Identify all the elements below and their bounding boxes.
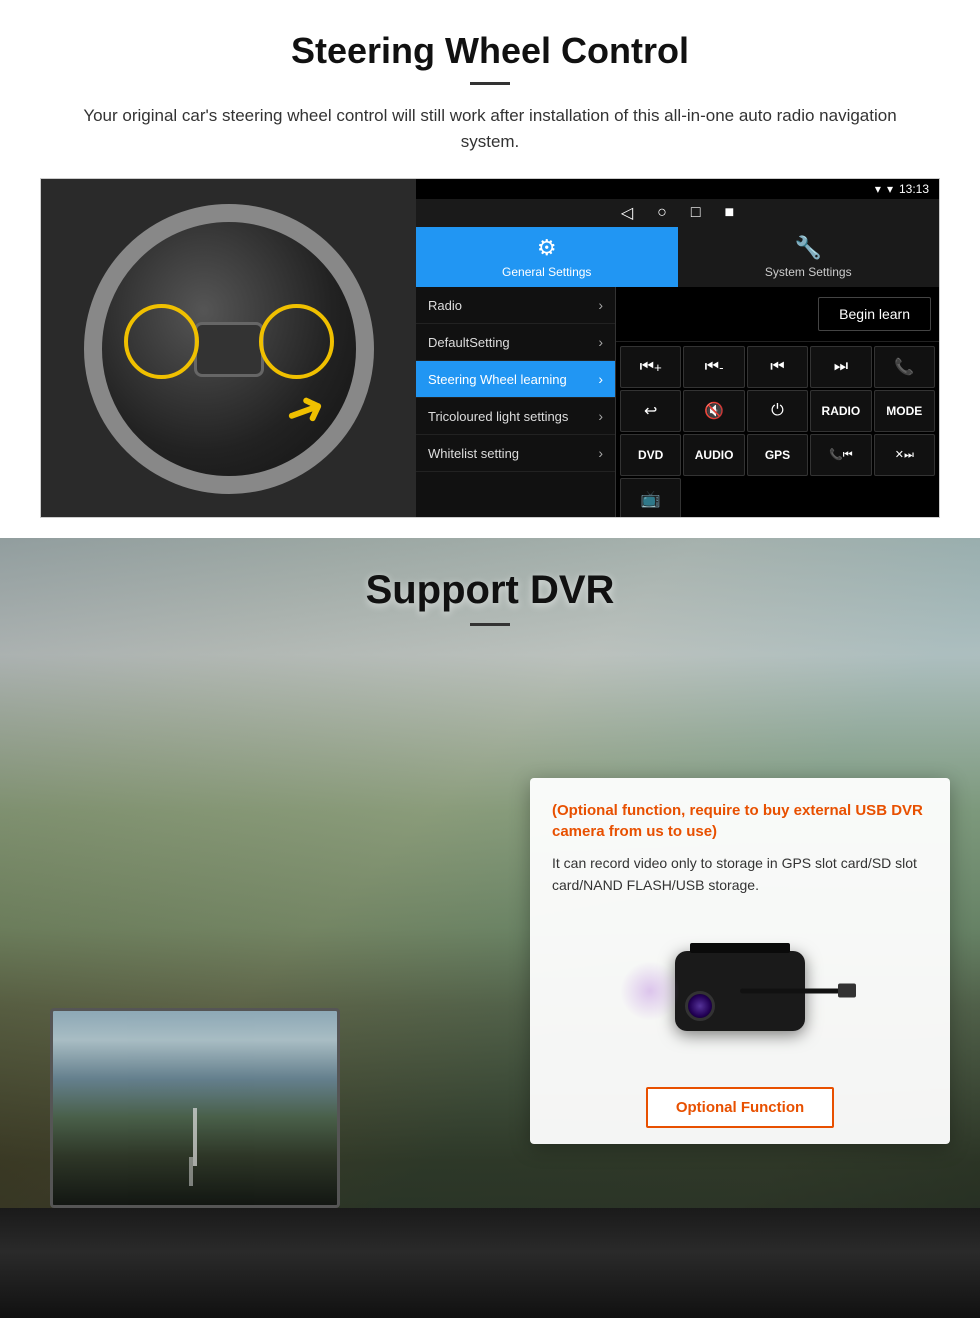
menu-item-radio[interactable]: Radio › <box>416 287 615 324</box>
steering-wheel-visual: ➜ <box>84 204 374 494</box>
chevron-right-icon: › <box>598 334 603 350</box>
road-line-2 <box>189 1157 193 1186</box>
recents-icon[interactable]: □ <box>691 204 701 222</box>
dvr-preview-screen <box>50 1008 340 1208</box>
chevron-right-icon: › <box>598 408 603 424</box>
menu-item-radio-label: Radio <box>428 298 462 313</box>
menu-item-steering-wheel-learning[interactable]: Steering Wheel learning › <box>416 361 615 398</box>
menu-item-whitelist-label: Whitelist setting <box>428 446 519 461</box>
chevron-right-icon: › <box>598 297 603 313</box>
android-ui-panel: ▾ ▾ 13:13 ◁ ○ □ ■ ⚙ General Settings 🔧 S <box>416 179 939 517</box>
vol-up-button[interactable]: ⏮+ <box>620 346 681 388</box>
dvr-info-box: (Optional function, require to buy exter… <box>530 778 950 1144</box>
gps-button[interactable]: GPS <box>747 434 808 476</box>
dvr-preview-inner <box>53 1011 337 1205</box>
steering-circle-right <box>259 304 334 379</box>
steering-title: Steering Wheel Control <box>40 30 940 72</box>
android-statusbar: ▾ ▾ 13:13 <box>416 179 939 199</box>
radio-button[interactable]: RADIO <box>810 390 871 432</box>
next-track-button[interactable]: ⏭ <box>810 346 871 388</box>
menu-item-tricoloured[interactable]: Tricoloured light settings › <box>416 398 615 435</box>
dvr-title-area: Support DVR <box>0 538 980 636</box>
dvr-camera-wrapper <box>590 921 890 1061</box>
wifi-icon: ▾ <box>887 182 893 196</box>
tab-system-label: System Settings <box>765 265 852 279</box>
menu-item-default-label: DefaultSetting <box>428 335 510 350</box>
dvr-optional-text: (Optional function, require to buy exter… <box>552 800 928 842</box>
call-button[interactable]: 📞 <box>874 346 935 388</box>
tab-system-settings[interactable]: 🔧 System Settings <box>678 227 940 287</box>
road-line-1 <box>193 1108 197 1166</box>
dvr-description-text: It can record video only to storage in G… <box>552 852 928 897</box>
android-menu-list: Radio › DefaultSetting › Steering Wheel … <box>416 287 616 518</box>
tel-next-button[interactable]: ✕⏭ <box>874 434 935 476</box>
usb-plug-icon <box>838 983 856 997</box>
dvr-title: Support DVR <box>0 568 980 613</box>
usb-cable <box>740 988 840 993</box>
signal-icon: ▾ <box>875 182 881 196</box>
menu-item-swl-label: Steering Wheel learning <box>428 372 567 387</box>
begin-learn-button[interactable]: Begin learn <box>818 297 931 331</box>
chevron-right-icon: › <box>598 445 603 461</box>
steering-ui-panel: ➜ ▾ ▾ 13:13 ◁ ○ □ ■ ⚙ General Sett <box>40 178 940 518</box>
vol-down-button[interactable]: ⏮- <box>683 346 744 388</box>
tel-prev-button[interactable]: 📞⏮ <box>810 434 871 476</box>
time-display: 13:13 <box>899 182 929 196</box>
tab-general-label: General Settings <box>502 265 591 279</box>
steering-section: Steering Wheel Control Your original car… <box>0 0 980 538</box>
dvr-divider <box>470 623 510 626</box>
android-content-area: Radio › DefaultSetting › Steering Wheel … <box>416 287 939 518</box>
home-icon[interactable]: ○ <box>657 204 667 222</box>
steering-controls-panel: Begin learn ⏮+ ⏮- ⏮ ⏭ 📞 ↩ 🔇 ⏻ RADIO MODE <box>616 287 939 518</box>
dvr-camera-illustration <box>552 911 928 1071</box>
steering-wheel-image: ➜ <box>41 179 416 518</box>
menu-item-whitelist[interactable]: Whitelist setting › <box>416 435 615 472</box>
gear-icon: ⚙ <box>537 235 557 261</box>
power-button[interactable]: ⏻ <box>747 390 808 432</box>
steering-center-hub <box>194 322 264 377</box>
menu-item-default-setting[interactable]: DefaultSetting › <box>416 324 615 361</box>
camera-lens-icon <box>685 991 715 1021</box>
camera-lens-glow <box>620 961 680 1021</box>
menu-icon[interactable]: ■ <box>724 204 734 222</box>
steering-circle-left <box>124 304 199 379</box>
steering-description: Your original car's steering wheel contr… <box>60 103 920 154</box>
mute-button[interactable]: 🔇 <box>683 390 744 432</box>
steering-divider <box>470 82 510 85</box>
audio-button[interactable]: AUDIO <box>683 434 744 476</box>
android-nav-bar: ◁ ○ □ ■ <box>416 199 939 227</box>
hangup-button[interactable]: ↩ <box>620 390 681 432</box>
settings-tabs: ⚙ General Settings 🔧 System Settings <box>416 227 939 287</box>
begin-learn-row: Begin learn <box>616 287 939 342</box>
dvd-button[interactable]: DVD <box>620 434 681 476</box>
prev-track-button[interactable]: ⏮ <box>747 346 808 388</box>
controls-grid: ⏮+ ⏮- ⏮ ⏭ 📞 ↩ 🔇 ⏻ RADIO MODE DVD AUDIO G… <box>616 342 939 518</box>
settings-icon: 🔧 <box>795 235 822 261</box>
menu-item-tricoloured-label: Tricoloured light settings <box>428 409 568 424</box>
mode-button[interactable]: MODE <box>874 390 935 432</box>
camera-fin <box>690 943 790 953</box>
tab-general-settings[interactable]: ⚙ General Settings <box>416 227 678 287</box>
steering-arrow: ➜ <box>277 377 334 443</box>
optional-function-row: Optional Function <box>552 1083 928 1128</box>
car-interior-strip <box>0 1208 980 1318</box>
dvr-section: Support DVR (Optional function, require … <box>0 538 980 1318</box>
optional-function-button[interactable]: Optional Function <box>646 1087 834 1128</box>
screen-button[interactable]: 📺 <box>620 478 681 518</box>
back-icon[interactable]: ◁ <box>621 203 633 223</box>
chevron-right-active-icon: › <box>598 371 603 387</box>
